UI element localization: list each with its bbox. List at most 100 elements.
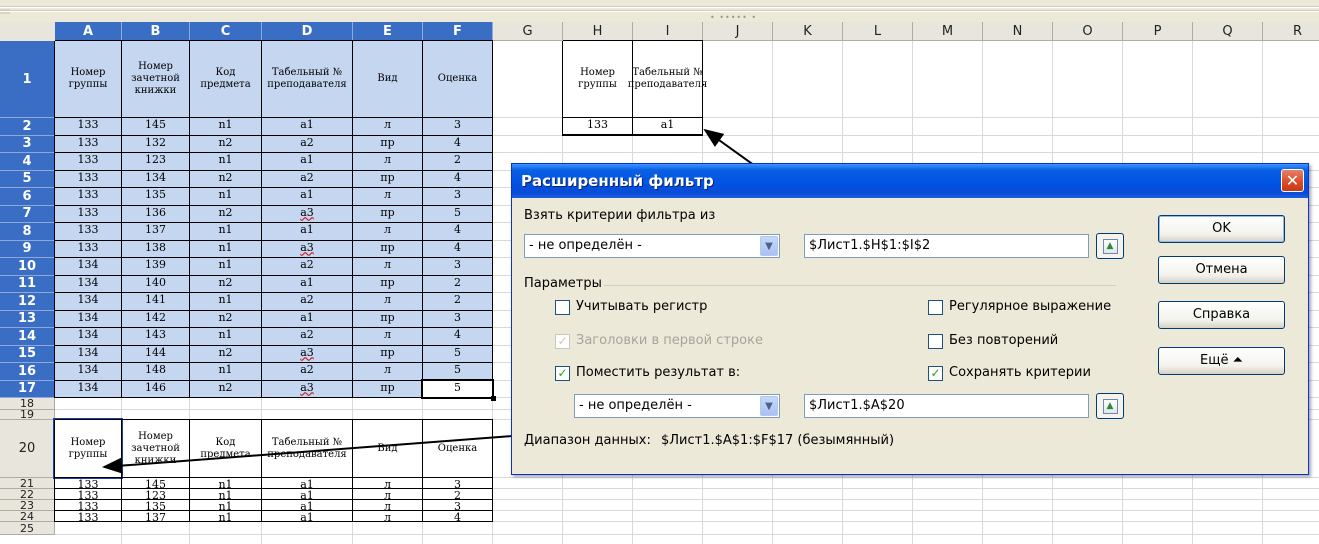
cell-d20[interactable]: Табельный № преподавателя	[262, 420, 352, 477]
column-header-o[interactable]: O	[1053, 22, 1123, 41]
cell-a17[interactable]: 134	[55, 380, 121, 397]
row-header-12[interactable]: 12	[0, 293, 55, 311]
cell-e1[interactable]: Вид	[353, 41, 422, 117]
cell-b12[interactable]: 141	[122, 293, 189, 310]
cell-c14[interactable]: n1	[190, 328, 261, 345]
cell-b17[interactable]: 146	[122, 380, 189, 397]
row-header-20[interactable]: 20	[0, 420, 55, 478]
cell-b1[interactable]: Номер зачетной книжки	[122, 41, 189, 117]
column-header-f[interactable]: F	[423, 22, 493, 41]
cell-f20[interactable]: Оценка	[423, 420, 492, 477]
cell-f13[interactable]: 3	[423, 310, 492, 327]
row-header-9[interactable]: 9	[0, 240, 55, 258]
close-icon[interactable]: ✕	[1281, 169, 1304, 192]
chevron-down-icon[interactable]: ▼	[760, 236, 778, 256]
cell-b2[interactable]: 145	[122, 118, 189, 135]
cell-c2[interactable]: n1	[190, 118, 261, 135]
cell-c9[interactable]: n1	[190, 240, 261, 257]
cell-e23[interactable]: л	[353, 500, 422, 510]
cell-d4[interactable]: a1	[262, 153, 352, 170]
cell-d9[interactable]: a3	[262, 240, 352, 257]
cell-f21[interactable]: 3	[423, 478, 492, 488]
cell-a20[interactable]: Номер группы	[53, 418, 123, 479]
cell-f22[interactable]: 2	[423, 489, 492, 499]
cell-b23[interactable]: 135	[122, 500, 189, 510]
row-header-6[interactable]: 6	[0, 188, 55, 206]
column-header-r[interactable]: R	[1263, 22, 1319, 41]
help-button[interactable]: Справка	[1158, 301, 1285, 329]
cell-d21[interactable]: a1	[262, 478, 352, 488]
cell-a15[interactable]: 134	[55, 345, 121, 362]
cell-b6[interactable]: 135	[122, 188, 189, 205]
cell-b21[interactable]: 145	[122, 478, 189, 488]
column-header-q[interactable]: Q	[1193, 22, 1263, 41]
cell-b5[interactable]: 134	[122, 170, 189, 187]
cell-e9[interactable]: пр	[353, 240, 422, 257]
cell-f4[interactable]: 2	[423, 153, 492, 170]
criteria-range-input[interactable]: $Лист1.$H$1:$I$2	[804, 234, 1089, 258]
cell-a5[interactable]: 133	[55, 170, 121, 187]
cell-e20[interactable]: Вид	[353, 420, 422, 477]
cell-d15[interactable]: a3	[262, 345, 352, 362]
cell-e24[interactable]: л	[353, 511, 422, 521]
column-header-m[interactable]: M	[913, 22, 983, 41]
output-shrink-button[interactable]: ▲	[1096, 393, 1124, 419]
cell-a21[interactable]: 133	[55, 478, 121, 488]
select-all-corner[interactable]	[0, 22, 56, 42]
column-header-a[interactable]: A	[55, 22, 122, 41]
cell-b3[interactable]: 132	[122, 135, 189, 152]
cell-d22[interactable]: a1	[262, 489, 352, 499]
cell-a23[interactable]: 133	[55, 500, 121, 510]
cell-a8[interactable]: 133	[55, 223, 121, 240]
cell-e22[interactable]: л	[353, 489, 422, 499]
cell-c13[interactable]: n2	[190, 310, 261, 327]
row-header-13[interactable]: 13	[0, 310, 55, 328]
cell-f5[interactable]: 4	[423, 170, 492, 187]
cell-c8[interactable]: n1	[190, 223, 261, 240]
row-header-3[interactable]: 3	[0, 135, 55, 153]
cell-c3[interactable]: n2	[190, 135, 261, 152]
column-header-c[interactable]: C	[190, 22, 262, 41]
cell-f6[interactable]: 3	[423, 188, 492, 205]
column-header-e[interactable]: E	[353, 22, 423, 41]
cell-b7[interactable]: 136	[122, 205, 189, 222]
cell-c11[interactable]: n2	[190, 275, 261, 292]
cell-c24[interactable]: n1	[190, 511, 261, 521]
cell-b24[interactable]: 137	[122, 511, 189, 521]
cell-e4[interactable]: л	[353, 153, 422, 170]
column-header-p[interactable]: P	[1123, 22, 1193, 41]
column-header-h[interactable]: H	[563, 22, 633, 41]
cell-c7[interactable]: n2	[190, 205, 261, 222]
cell-f15[interactable]: 5	[423, 345, 492, 362]
cell-c16[interactable]: n1	[190, 363, 261, 380]
row-header-2[interactable]: 2	[0, 118, 55, 136]
cell-d6[interactable]: a1	[262, 188, 352, 205]
row-header-16[interactable]: 16	[0, 363, 55, 381]
cell-f8[interactable]: 4	[423, 223, 492, 240]
cell-e11[interactable]: пр	[353, 275, 422, 292]
cell-f1[interactable]: Оценка	[423, 41, 492, 117]
cell-e5[interactable]: пр	[353, 170, 422, 187]
cell-b10[interactable]: 139	[122, 258, 189, 275]
cell-d12[interactable]: a2	[262, 293, 352, 310]
column-header-k[interactable]: K	[773, 22, 843, 41]
cell-b11[interactable]: 140	[122, 275, 189, 292]
cell-h1[interactable]: Номер группы	[563, 41, 632, 117]
criteria-shrink-button[interactable]: ▲	[1096, 233, 1124, 259]
cell-d10[interactable]: a2	[262, 258, 352, 275]
cell-d5[interactable]: a2	[262, 170, 352, 187]
cell-c17[interactable]: n2	[190, 380, 261, 397]
row-header-14[interactable]: 14	[0, 328, 55, 346]
row-header-5[interactable]: 5	[0, 170, 55, 188]
cell-d14[interactable]: a2	[262, 328, 352, 345]
cell-f12[interactable]: 2	[423, 293, 492, 310]
cell-f9[interactable]: 4	[423, 240, 492, 257]
cell-a4[interactable]: 133	[55, 153, 121, 170]
cell-a24[interactable]: 133	[55, 511, 121, 521]
cell-a13[interactable]: 134	[55, 310, 121, 327]
row-header-17[interactable]: 17	[0, 380, 55, 398]
row-header-15[interactable]: 15	[0, 345, 55, 363]
cell-d11[interactable]: a1	[262, 275, 352, 292]
cell-e13[interactable]: пр	[353, 310, 422, 327]
cell-c20[interactable]: Код предмета	[190, 420, 261, 477]
